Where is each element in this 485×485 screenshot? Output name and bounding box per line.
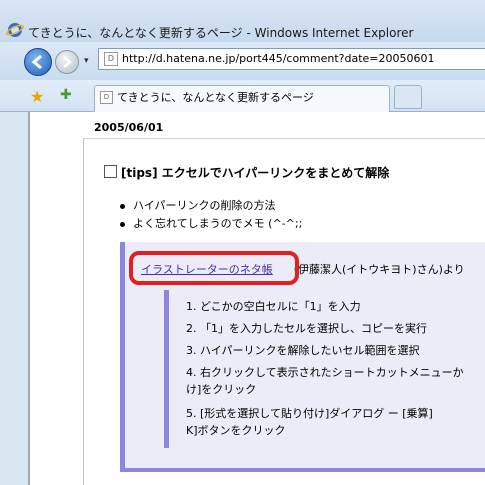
nested-blockquote-bar	[164, 290, 169, 448]
step-item: 4. 右クリックして表示されたショートカットメニューか	[186, 366, 464, 379]
window-left-frame	[0, 112, 30, 485]
ie-logo-icon	[6, 23, 24, 37]
back-arrow-icon	[31, 54, 42, 70]
recent-pages-dropdown[interactable]: ▾	[84, 56, 89, 66]
entry-checkbox[interactable]	[104, 165, 117, 178]
bullet-dot	[120, 204, 125, 209]
step-item-continuation: け]をクリック	[186, 383, 257, 396]
frame-divider	[28, 112, 30, 485]
entry-date: 2005/06/01	[94, 121, 164, 134]
window-title: てきとうに、なんとなく更新するページ - Windows Internet Ex…	[28, 26, 414, 40]
forward-arrow-icon	[63, 56, 72, 68]
content-divider	[83, 138, 84, 485]
add-favorite-icon[interactable]: ✚	[60, 87, 72, 103]
tab-label[interactable]: てきとうに、なんとなく更新するページ	[117, 89, 314, 105]
bullet-dot	[120, 222, 125, 227]
back-button[interactable]	[24, 48, 52, 76]
favorites-star-icon[interactable]: ★	[30, 87, 44, 106]
list-item: ハイパーリンクの削除の方法	[133, 199, 276, 212]
entry-category[interactable]: [tips]	[121, 166, 158, 180]
address-text[interactable]: http://d.hatena.ne.jp/port445/comment?da…	[122, 52, 435, 65]
page-icon: D	[104, 52, 118, 66]
step-item: 5. [形式を選択して貼り付け]ダイアログ ー [乗算]	[186, 407, 433, 420]
forward-button[interactable]	[55, 50, 79, 74]
entry-title-text: エクセルでハイパーリンクをまとめて解除	[161, 166, 390, 180]
step-item: 1. どこかの空白セルに「1」を入力	[186, 300, 361, 313]
tab-page-icon: D	[100, 91, 113, 104]
highlight-annotation	[129, 251, 299, 285]
blockquote-bar	[120, 242, 125, 472]
step-item: 3. ハイパーリンクを解除したいセル範囲を選択	[186, 344, 420, 357]
step-item-continuation: K]ボタンをクリック	[186, 424, 286, 437]
blockquote-bottom-border	[120, 468, 485, 472]
list-item: よく忘れてしまうのでメモ (^-^;;	[133, 217, 303, 230]
entry-title: [tips] エクセルでハイパーリンクをまとめて解除	[121, 164, 389, 181]
new-tab-button[interactable]	[394, 85, 422, 109]
source-attribution: （伊藤潔人(イトウキヨト)さん)より	[287, 263, 465, 276]
step-item: 2. 「1」を入力したセルを選択し、コピーを実行	[186, 322, 427, 335]
